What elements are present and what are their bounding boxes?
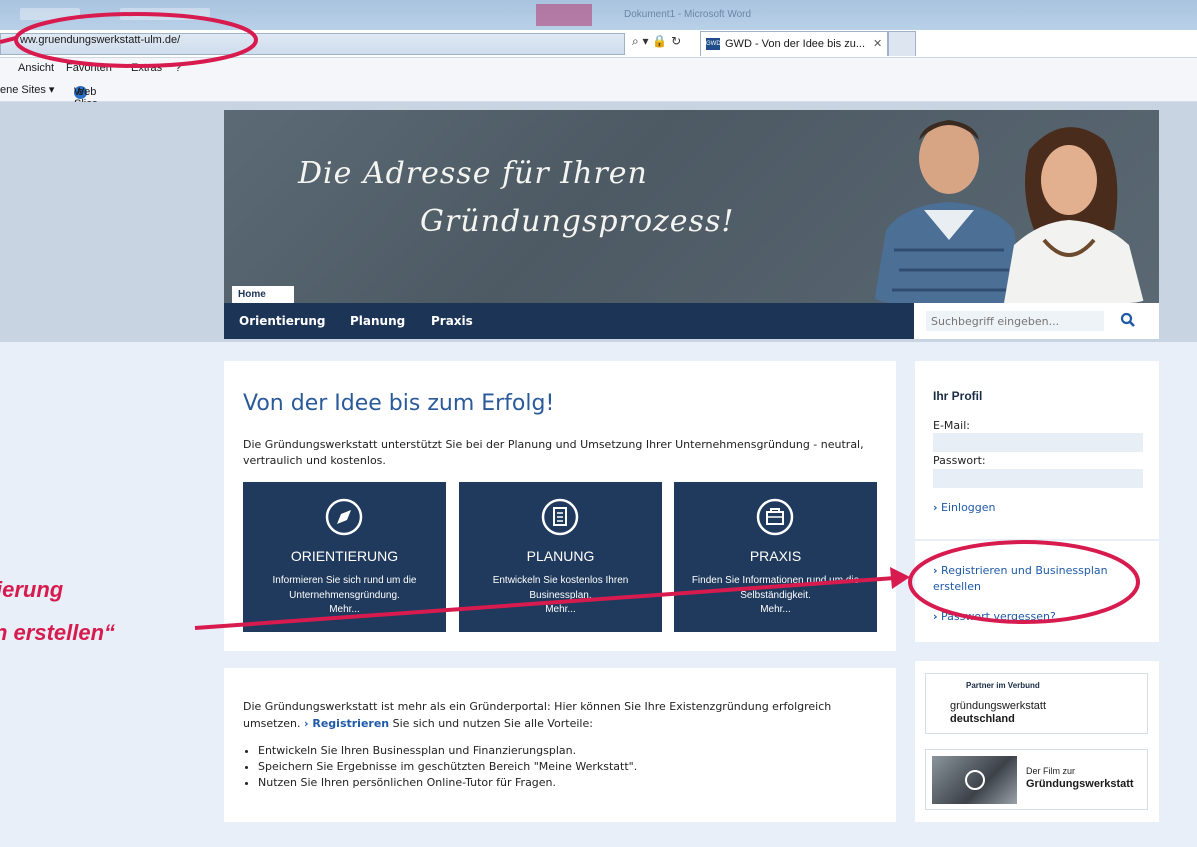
intro-text: Die Gründungswerkstatt unterstützt Sie b… <box>243 438 864 467</box>
forgot-password-label: Passwort vergessen? <box>941 610 1056 623</box>
chevron-right-icon: › <box>933 501 938 514</box>
nav-item-planung[interactable]: Planung <box>350 314 405 328</box>
url-text[interactable]: ww.gruendungswerkstatt-ulm.de/ <box>20 34 180 46</box>
chevron-right-icon: › <box>933 564 938 577</box>
search-input[interactable] <box>926 311 1104 331</box>
login-link-label: Einloggen <box>941 501 996 514</box>
tile-description: Entwickeln Sie kostenlos Ihren Businessp… <box>492 575 629 601</box>
menu-extras[interactable]: Extras <box>131 62 162 74</box>
address-bar-icons[interactable]: ⌕ ▾ 🔒 ↻ <box>632 34 681 49</box>
tile-description: Finden Sie Informationen rund um die Sel… <box>691 575 860 601</box>
partner-name: gründungswerkstatt <box>950 700 1046 712</box>
register-link-label: Registrieren und Businessplan <box>941 564 1108 577</box>
annotation-text: ierung <box>0 577 64 602</box>
hero-headline-1: Die Adresse für Ihren <box>298 156 648 191</box>
email-label: E-Mail: <box>933 419 970 432</box>
compass-icon <box>325 498 363 536</box>
profile-card: Ihr Profil E-Mail: Passwort: › Einloggen <box>915 361 1159 539</box>
film-teaser[interactable]: Der Film zur Gründungswerkstatt <box>925 749 1148 810</box>
hero-banner: Die Adresse für Ihren Gründungsprozess! … <box>224 110 1159 303</box>
benefits-list: Entwickeln Sie Ihren Businessplan und Fi… <box>258 743 637 791</box>
login-link[interactable]: › Einloggen <box>933 500 996 516</box>
tile-orientierung[interactable]: ORIENTIERUNG Informieren Sie sich rund u… <box>243 482 446 632</box>
menu-bar: Ansicht Favoriten Extras ? <box>0 58 1197 80</box>
info-card: Die Gründungswerkstatt ist mehr als ein … <box>224 668 896 822</box>
nav-item-praxis[interactable]: Praxis <box>431 314 473 328</box>
annotation-text: n erstellen“ <box>0 620 116 645</box>
password-label: Passwort: <box>933 454 986 467</box>
play-icon <box>965 770 985 790</box>
nav-item-orientierung[interactable]: Orientierung <box>239 314 326 328</box>
info-text: Die Gründungswerkstatt ist mehr als ein … <box>243 698 883 732</box>
video-thumbnail <box>932 756 1017 804</box>
close-icon[interactable]: ✕ <box>873 37 882 50</box>
register-card: › Registrieren und Businessplan erstellen… <box>915 541 1159 642</box>
profile-title: Ihr Profil <box>933 389 983 403</box>
tile-planung[interactable]: PLANUNG Entwickeln Sie kostenlos Ihren B… <box>459 482 662 632</box>
favorites-item-sites[interactable]: ene Sites ▾ <box>0 83 54 96</box>
page-title: Von der Idee bis zum Erfolg! <box>243 391 555 416</box>
partner-logo-box[interactable]: Partner im Verbund gründungswerkstatt de… <box>925 673 1148 734</box>
email-field[interactable] <box>933 433 1143 452</box>
main-navigation: Orientierung Planung Praxis <box>224 303 1159 339</box>
hero-people-image <box>874 120 1144 303</box>
browser-tab-active[interactable]: GWD GWD - Von der Idee bis zu... ✕ <box>700 31 888 56</box>
register-inline-link[interactable]: › Registrieren <box>304 717 389 730</box>
list-item: Speichern Sie Ergebnisse im geschützten … <box>258 759 637 775</box>
tile-title: PLANUNG <box>526 548 595 564</box>
background-window-title: Dokument1 - Microsoft Word <box>624 9 752 20</box>
tile-title: PRAXIS <box>749 548 802 564</box>
register-link-label: erstellen <box>933 580 981 593</box>
hero-headline-2: Gründungsprozess! <box>420 204 735 239</box>
window-titlebar: Dokument1 - Microsoft Word <box>0 0 1197 30</box>
chevron-right-icon: › <box>933 610 938 623</box>
partner-card: Partner im Verbund gründungswerkstatt de… <box>915 661 1159 822</box>
password-field[interactable] <box>933 469 1143 488</box>
menu-help[interactable]: ? <box>175 62 181 74</box>
titlebar-ghost-item <box>20 8 80 20</box>
favicon-icon: GWD <box>706 38 721 50</box>
partner-name: deutschland <box>950 713 1015 725</box>
menu-favoriten[interactable]: Favoriten <box>66 62 112 74</box>
register-businessplan-link[interactable]: › Registrieren und Businessplan erstellen <box>933 563 1108 595</box>
info-text-part: Sie sich und nutzen Sie alle Vorteile: <box>389 717 593 730</box>
main-content-card: Von der Idee bis zum Erfolg! Die Gründun… <box>224 361 896 651</box>
home-tab[interactable]: Home <box>232 286 294 303</box>
menu-ansicht[interactable]: Ansicht <box>18 62 54 74</box>
tile-more-link[interactable]: Mehr... <box>674 604 877 615</box>
background-window-tab[interactable] <box>536 4 592 26</box>
forgot-password-link[interactable]: › Passwort vergessen? <box>933 609 1056 625</box>
tile-more-link[interactable]: Mehr... <box>459 604 662 615</box>
briefcase-icon <box>756 498 794 536</box>
tab-title: GWD - Von der Idee bis zu... <box>725 38 866 50</box>
tile-description: Informieren Sie sich rund um die Unterne… <box>272 575 417 601</box>
document-icon <box>541 498 579 536</box>
list-item: Nutzen Sie Ihren persönlichen Online-Tut… <box>258 775 637 791</box>
tile-title: ORIENTIERUNG <box>290 548 399 564</box>
tile-praxis[interactable]: PRAXIS Finden Sie Informationen rund um … <box>674 482 877 632</box>
list-item: Entwickeln Sie Ihren Businessplan und Fi… <box>258 743 637 759</box>
tile-more-link[interactable]: Mehr... <box>243 604 446 615</box>
search-box <box>914 303 1159 339</box>
film-caption: Gründungswerkstatt <box>1026 778 1134 790</box>
film-caption: Der Film zur <box>1026 766 1075 776</box>
titlebar-ghost-item <box>120 8 210 20</box>
search-icon[interactable] <box>1119 311 1137 329</box>
favorites-bar: ene Sites ▾ eWeb Slice-Katalog ▾ <box>0 80 1197 135</box>
new-tab-button[interactable] <box>888 31 916 56</box>
partner-label: Partner im Verbund <box>966 681 1040 690</box>
